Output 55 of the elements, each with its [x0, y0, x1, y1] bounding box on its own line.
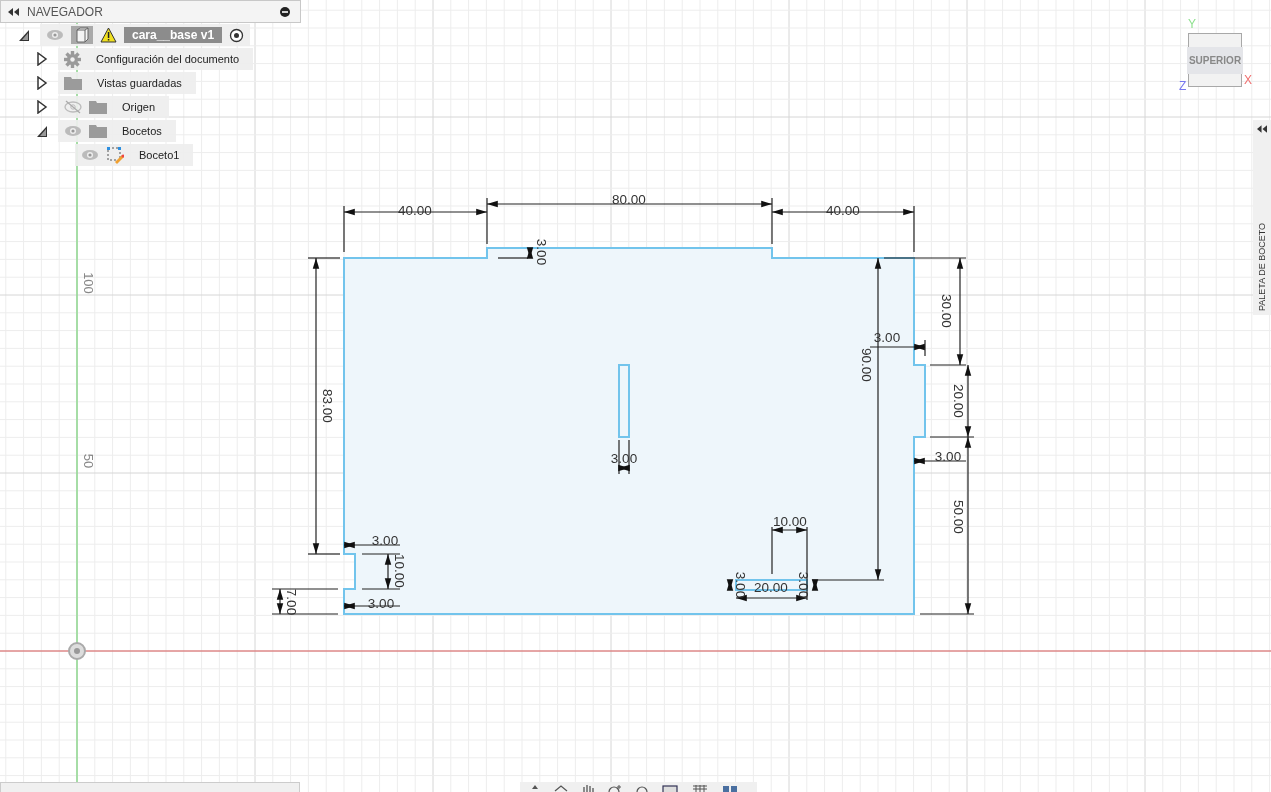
dimension-value[interactable]: 3.00 [533, 238, 549, 266]
expanded-triangle-icon[interactable] [18, 28, 30, 42]
dimension-value[interactable]: 20.00 [950, 384, 966, 418]
dimension-line[interactable] [929, 364, 975, 438]
collapse-icon[interactable] [8, 7, 19, 16]
expanded-triangle-icon[interactable] [36, 124, 48, 138]
dimension-line[interactable] [919, 257, 967, 366]
grid-label: 100 [80, 272, 96, 294]
minimize-icon[interactable] [280, 6, 290, 17]
dimension-line[interactable] [271, 588, 339, 615]
look-icon[interactable] [554, 785, 568, 792]
origin-point[interactable] [68, 642, 86, 660]
dimension-value[interactable]: 10.00 [773, 513, 807, 529]
dimension-value[interactable]: 3.00 [367, 595, 395, 611]
dimension-line[interactable] [726, 579, 734, 591]
folder-icon [89, 100, 107, 114]
sketch-icon [106, 146, 124, 164]
dimension-value[interactable]: 83.00 [319, 389, 335, 423]
dimension-value[interactable]: 3.00 [934, 448, 962, 464]
palette-title: PALETA DE BOCETO [1257, 222, 1267, 311]
dimension-value[interactable]: 3.00 [732, 571, 748, 599]
grid-icon[interactable] [692, 785, 708, 792]
panel-title: NAVEGADOR [27, 4, 104, 19]
display-icon[interactable] [662, 785, 678, 792]
collapsed-triangle-icon[interactable] [36, 76, 48, 90]
dimension-value[interactable]: 80.00 [612, 191, 646, 207]
dimension-value[interactable]: 3.00 [371, 532, 399, 548]
dimension-line[interactable] [811, 579, 819, 591]
dimension-value[interactable]: 90.00 [858, 348, 874, 382]
dimension-value[interactable]: 40.00 [398, 202, 432, 218]
sketch-palette-tab[interactable]: PALETA DE BOCETO [1253, 120, 1271, 315]
dimension-value[interactable]: 30.00 [938, 294, 954, 328]
expand-icon[interactable] [1257, 125, 1267, 133]
dimension-line[interactable] [771, 205, 915, 253]
dimension-value[interactable]: 7.00 [283, 588, 299, 616]
dimension-line[interactable] [919, 436, 975, 615]
collapsed-triangle-icon[interactable] [36, 52, 48, 66]
radio-icon[interactable] [229, 27, 245, 43]
folder-icon [89, 124, 107, 138]
dimension-value[interactable]: 40.00 [826, 202, 860, 218]
orbit-icon[interactable] [530, 785, 540, 792]
viewports-icon[interactable] [722, 785, 738, 792]
dimension-value[interactable]: 3.00 [795, 571, 811, 599]
dimension-value[interactable]: 10.00 [391, 554, 407, 588]
folder-icon [64, 76, 82, 90]
pan-icon[interactable] [582, 785, 594, 792]
axis-label: X [1244, 73, 1252, 87]
dimension-line[interactable] [497, 247, 534, 259]
zoom-icon[interactable] [608, 785, 622, 792]
dimension-value[interactable]: 50.00 [950, 500, 966, 534]
axis-label: Z [1179, 79, 1187, 93]
axis-label: Y [1188, 17, 1196, 31]
collapsed-triangle-icon[interactable] [36, 100, 48, 114]
fit-icon[interactable] [636, 785, 648, 792]
grid-label: 50 [80, 453, 96, 469]
